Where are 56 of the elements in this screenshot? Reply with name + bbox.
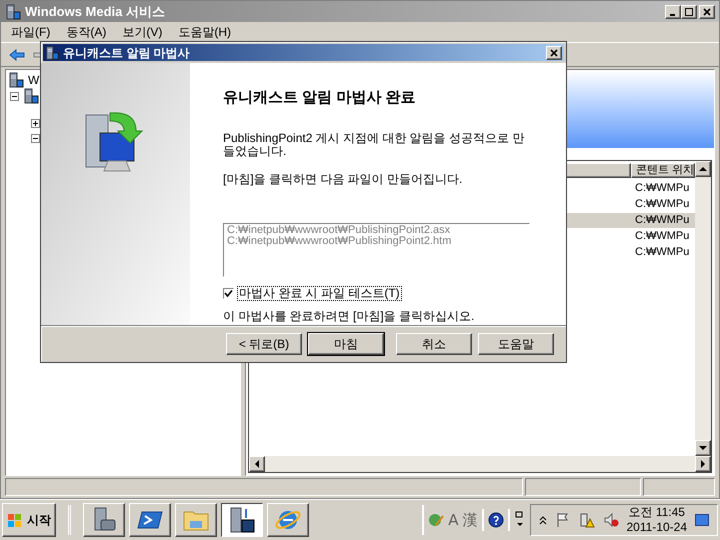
menu-item[interactable]: 동작(A) xyxy=(60,23,112,41)
language-indicator[interactable]: 漢 xyxy=(462,508,478,532)
clock-date[interactable]: 2011-10-24 xyxy=(626,520,687,535)
server-icon xyxy=(23,88,39,104)
maximize-button[interactable] xyxy=(681,4,697,18)
menu-item[interactable]: 보기(V) xyxy=(116,23,168,41)
app-icon xyxy=(5,4,21,20)
wizard-instruction: [마침]을 클릭하면 다음 파일이 만들어집니다. xyxy=(223,170,464,188)
back-arrow-icon[interactable] xyxy=(9,46,25,62)
wizard-message: PublishingPoint2 게시 지점에 대한 알림을 성공적으로 만들었습니다. xyxy=(223,132,526,158)
server-icon xyxy=(8,72,24,88)
menu-item[interactable]: 파일(F) xyxy=(5,23,56,41)
dialog-button[interactable]: < 뒤로(B) xyxy=(226,333,302,355)
file-path: C:₩inetpub₩wwwroot₩PublishingPoint2.htm xyxy=(227,236,452,246)
status-pane xyxy=(643,478,715,496)
clock-time[interactable]: 오전 11:45 xyxy=(628,505,685,520)
dialog-button[interactable]: 마침 xyxy=(308,333,384,355)
taskbar-button[interactable] xyxy=(221,503,263,537)
network-warning-icon[interactable] xyxy=(578,512,594,528)
windows-flag-icon xyxy=(7,512,23,528)
column-header[interactable]: 콘텐트 위치 xyxy=(631,163,695,178)
close-icon[interactable] xyxy=(703,8,711,16)
dialog-button[interactable]: 취소 xyxy=(396,333,472,355)
dialog-title: 유니캐스트 알림 마법사 xyxy=(63,44,191,62)
table-cell-text: C:₩WMPu xyxy=(635,245,690,260)
close-button[interactable] xyxy=(699,4,715,18)
vertical-scrollbar[interactable] xyxy=(695,161,711,456)
dialog-button[interactable]: 도움말 xyxy=(478,333,554,355)
horizontal-scrollbar[interactable] xyxy=(249,456,711,472)
chevron-up-icon[interactable] xyxy=(538,514,546,526)
checkbox-label[interactable]: 마법사 완료 시 파일 테스트(T) xyxy=(237,286,402,301)
app-icon xyxy=(45,46,59,60)
table-cell-text: C:₩WMPu xyxy=(635,197,690,212)
window-title: Windows Media 서비스 xyxy=(25,2,166,21)
language-indicator[interactable]: A xyxy=(448,508,458,532)
media-server-icon xyxy=(228,506,256,534)
menu-item[interactable]: 도움말(H) xyxy=(172,23,237,41)
scroll-down-icon[interactable] xyxy=(699,444,707,452)
show-desktop-button[interactable] xyxy=(695,514,709,526)
table-cell-text: C:₩WMPu xyxy=(635,181,690,196)
file-path: C:₩inetpub₩wwwroot₩PublishingPoint2.asx xyxy=(227,224,452,236)
close-icon[interactable] xyxy=(550,48,558,56)
scroll-up-icon[interactable] xyxy=(699,165,707,173)
help-icon[interactable] xyxy=(488,512,504,528)
wizard-footer-text: 이 마법사를 완료하려면 [마침]을 클릭하십시오. xyxy=(223,308,476,325)
maximize-icon[interactable] xyxy=(685,8,693,16)
speaker-muted-icon[interactable] xyxy=(602,512,618,528)
scroll-left-icon[interactable] xyxy=(253,460,261,468)
table-cell-text: C:₩WMPu xyxy=(635,213,690,228)
start-button[interactable]: 시작 xyxy=(2,503,56,537)
flag-icon[interactable] xyxy=(554,512,570,528)
minimize-button[interactable] xyxy=(665,4,681,18)
close-button[interactable] xyxy=(546,46,562,60)
wizard-heading: 유니캐스트 알림 마법사 완료 xyxy=(223,88,417,108)
table-cell-text: C:₩WMPu xyxy=(635,229,690,244)
scroll-right-icon[interactable] xyxy=(699,460,707,468)
